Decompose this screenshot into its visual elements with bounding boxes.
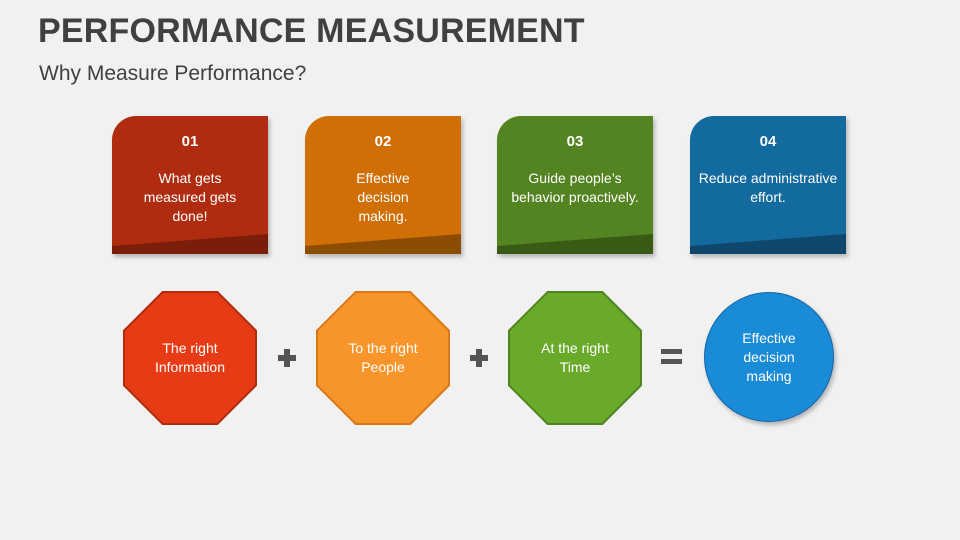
card-strip	[112, 234, 268, 254]
result-label: Effective decision making	[742, 329, 796, 384]
card-03: 03 Guide people’s behavior proactively.	[497, 116, 653, 254]
card-strip	[690, 234, 846, 254]
octagon-time: At the right Time	[508, 291, 642, 425]
octagon-people: To the right People	[316, 291, 450, 425]
result-circle: Effective decision making	[704, 292, 834, 422]
octagon-label: At the right Time	[541, 340, 609, 375]
card-01: 01 What gets measured gets done!	[112, 116, 268, 254]
card-number: 01	[181, 133, 199, 150]
slide-subtitle: Why Measure Performance?	[39, 62, 307, 85]
card-number: 03	[566, 133, 584, 150]
card-strip	[305, 234, 461, 254]
card-text: Guide people’s behavior proactively.	[511, 170, 639, 205]
card-strip	[497, 234, 653, 254]
slide-title: PERFORMANCE MEASUREMENT	[38, 12, 585, 50]
card-02: 02 Effective decision making.	[305, 116, 461, 254]
card-text: What gets measured gets done!	[143, 170, 237, 224]
plus-icon	[278, 349, 296, 367]
card-number: 04	[759, 133, 777, 150]
octagon-label: The right Information	[154, 340, 226, 375]
octagon-label: To the right People	[348, 340, 418, 375]
equals-icon	[661, 349, 682, 365]
card-number: 02	[374, 133, 392, 150]
octagon-information: The right Information	[123, 291, 257, 425]
card-text: Effective decision making.	[356, 170, 410, 224]
card-04: 04 Reduce administrative effort.	[690, 116, 846, 254]
card-text: Reduce administrative effort.	[698, 170, 838, 205]
plus-icon	[470, 349, 488, 367]
